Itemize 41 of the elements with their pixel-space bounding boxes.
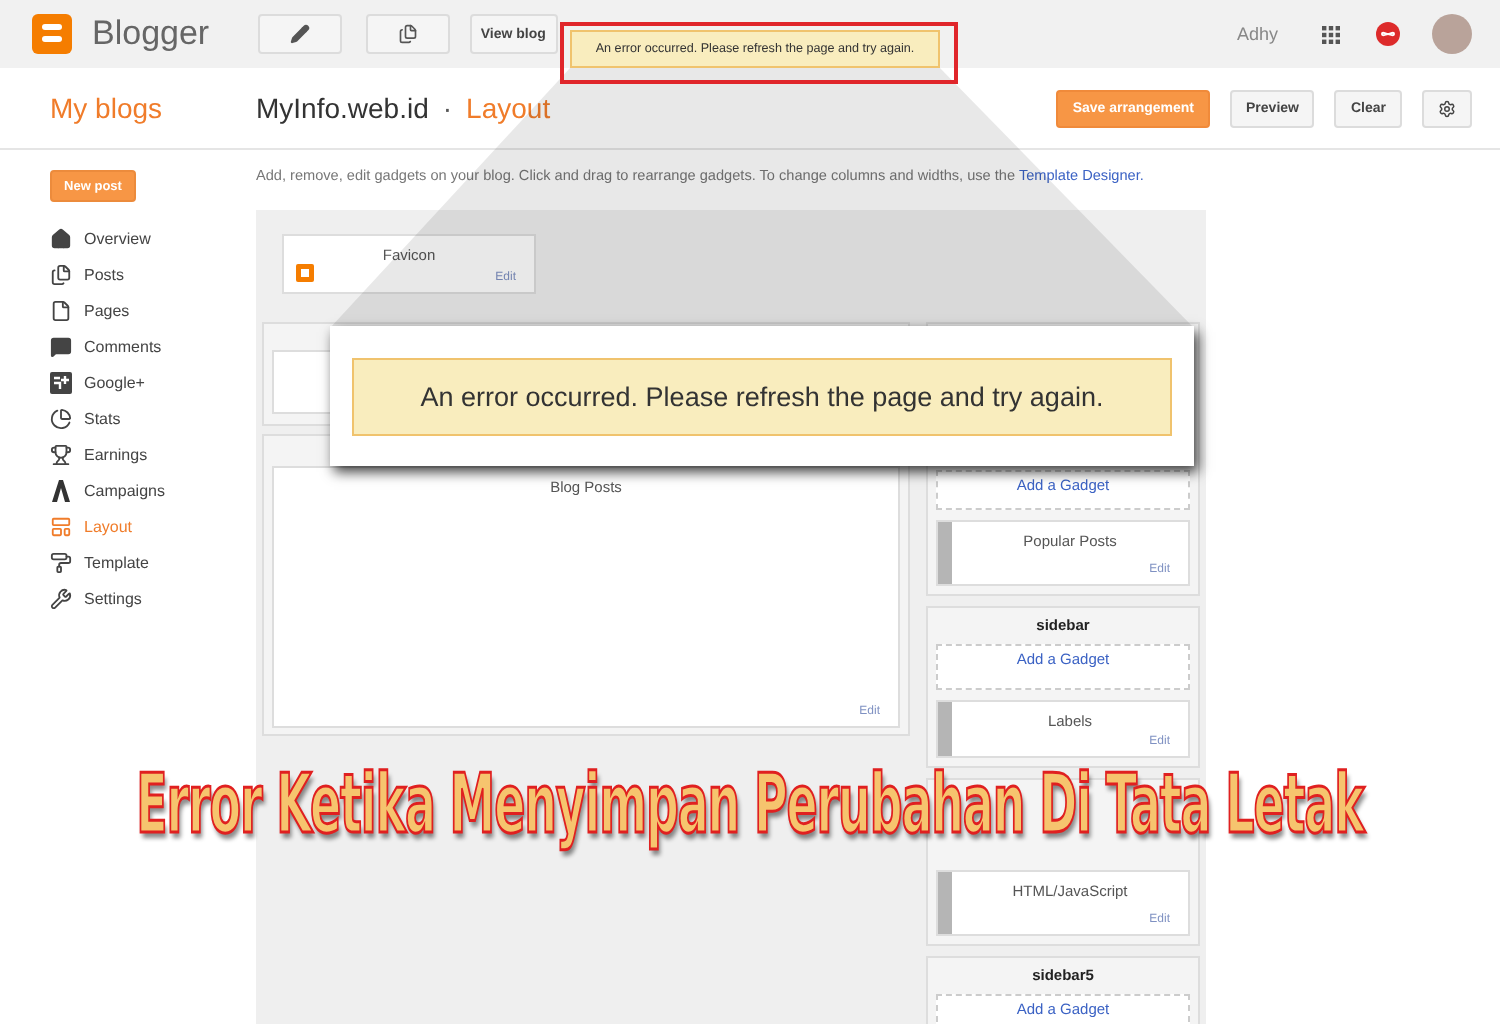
documents-icon: [50, 263, 72, 285]
blog-name: MyInfo.web.id: [256, 92, 429, 124]
brand-name: Blogger: [92, 14, 210, 54]
paint-roller-icon: [50, 551, 72, 573]
drag-handle[interactable]: [938, 701, 952, 756]
overlay-title: Error Ketika Menyimpan Perubahan Di Tata Letak: [136, 756, 1364, 852]
settings-icon: [1438, 97, 1456, 119]
new-post-button[interactable]: [257, 14, 342, 54]
pie-chart-icon: [50, 407, 72, 429]
documents-icon: [397, 24, 418, 44]
settings-button[interactable]: [1422, 89, 1472, 127]
nav-item[interactable]: Overview: [84, 229, 151, 247]
layout-icon: [50, 515, 72, 537]
notification-icon[interactable]: [1376, 22, 1400, 46]
drag-handle[interactable]: [938, 522, 952, 584]
nav-item[interactable]: Settings: [84, 589, 142, 607]
page-title: Layout: [466, 92, 551, 124]
nav-item[interactable]: Campaigns: [84, 481, 165, 499]
nav-item[interactable]: Stats: [84, 409, 121, 427]
error-message: An error occurred. Please refresh the page and try again.: [352, 357, 1172, 435]
nav-item[interactable]: Template: [84, 553, 149, 571]
house-icon: [50, 227, 72, 249]
nav-item[interactable]: Earnings: [84, 445, 148, 463]
pencil-icon: [289, 24, 310, 44]
wrench-icon: [50, 587, 72, 609]
trophy-icon: [50, 443, 72, 465]
apps-grid-icon[interactable]: [1322, 25, 1340, 43]
page-icon: [50, 299, 72, 321]
nav-item[interactable]: Pages: [84, 301, 130, 319]
google-plus-icon: [50, 371, 72, 393]
nav-item[interactable]: Google+: [84, 373, 145, 391]
blogger-logo-icon: [32, 14, 72, 54]
blogger-logo-icon: [296, 264, 314, 282]
letter-a-icon: [50, 479, 72, 501]
separator-dot: ·: [442, 92, 453, 124]
nav-item[interactable]: Comments: [84, 337, 162, 355]
drag-handle[interactable]: [938, 872, 952, 934]
nav-item[interactable]: Posts: [84, 265, 125, 283]
speech-bubble-icon: [50, 335, 72, 357]
user-name: Adhy: [1236, 24, 1278, 44]
posts-button[interactable]: [365, 14, 450, 54]
